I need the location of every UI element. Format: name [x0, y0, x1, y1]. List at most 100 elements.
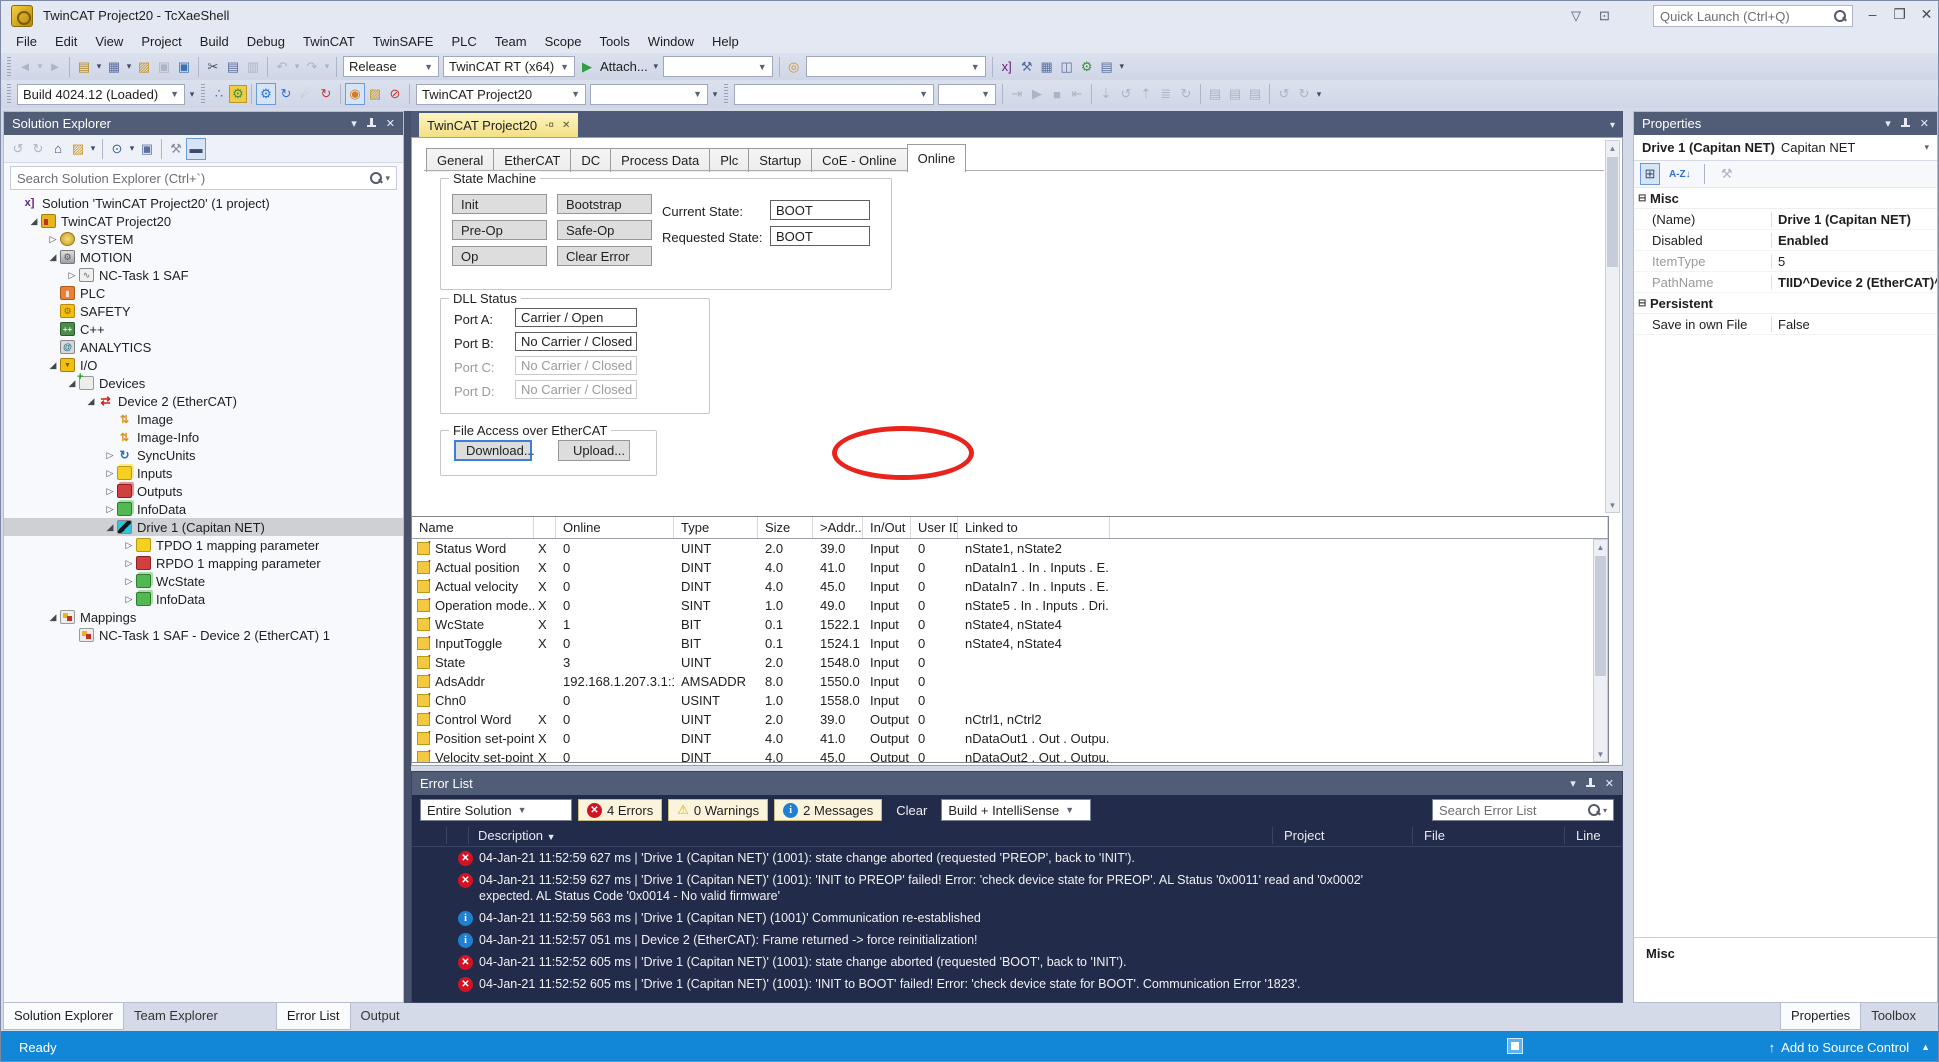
tab-startup[interactable]: Startup	[748, 148, 812, 172]
expander-icon[interactable]: ▷	[122, 558, 136, 569]
grid-row[interactable]: Status WordX0UINT2.039.0Input0nState1, n…	[412, 539, 1608, 558]
tab-pin-icon[interactable]: -¤	[545, 120, 554, 131]
expander-icon[interactable]: ▷	[122, 576, 136, 587]
tree-item[interactable]: ◢Mappings	[4, 608, 403, 626]
home-icon[interactable]: ⌂	[48, 138, 68, 160]
no-edit-icon[interactable]: ⊘	[385, 83, 405, 105]
form-scrollbar[interactable]: ▲ ▼	[1605, 140, 1620, 513]
team-explorer-icon[interactable]: ◫	[1057, 56, 1077, 78]
tc-settings-icon[interactable]: ⚙	[256, 83, 276, 105]
step-into-icon[interactable]: ⇣	[1096, 83, 1116, 105]
document-icon[interactable]: ▤	[1097, 56, 1117, 78]
wrench-icon[interactable]: ⚒	[1017, 56, 1037, 78]
grid-row[interactable]: Actual velocityX0DINT4.045.0Input0nDataI…	[412, 577, 1608, 596]
expander-icon[interactable]: ▷	[103, 504, 117, 515]
column-description[interactable]: Description ▼	[478, 828, 556, 843]
pin-icon[interactable]	[1586, 778, 1595, 790]
tc-gear-icon[interactable]: ⚙	[229, 85, 247, 103]
tree-item[interactable]: ▷TPDO 1 mapping parameter	[4, 536, 403, 554]
property-row[interactable]: PathNameTIID^Device 2 (EtherCAT)^	[1634, 272, 1937, 293]
menu-edit[interactable]: Edit	[46, 31, 86, 53]
nav-back-menu-icon[interactable]: ▾	[35, 56, 45, 78]
tree-item[interactable]: ANALYTICS	[4, 338, 403, 356]
tab-process-data[interactable]: Process Data	[610, 148, 710, 172]
download-code-icon[interactable]: ▤	[1205, 83, 1225, 105]
tree-item[interactable]: Image-Info	[4, 428, 403, 446]
port-status-field[interactable]: Carrier / Open	[515, 308, 637, 327]
pin-icon[interactable]	[1901, 118, 1910, 130]
pin-icon[interactable]	[367, 118, 376, 130]
feedback-icon[interactable]: ▽	[1571, 8, 1581, 24]
expander-icon[interactable]: ◢	[27, 216, 41, 227]
scroll-down-icon[interactable]: ▼	[1606, 498, 1619, 512]
new-project-menu-icon[interactable]: ▾	[94, 56, 104, 78]
reload-devices-icon[interactable]: ↻	[276, 83, 296, 105]
filter-menu-icon[interactable]: ▾	[127, 138, 137, 160]
restart-icon[interactable]: ↺	[1116, 83, 1136, 105]
menu-build[interactable]: Build	[191, 31, 238, 53]
undo-icon[interactable]: ↶	[272, 56, 292, 78]
switch-views-icon[interactable]: ▨	[68, 138, 88, 160]
error-filter-combo[interactable]: Build + IntelliSense▼	[941, 799, 1091, 821]
menu-plc[interactable]: PLC	[442, 31, 485, 53]
stop-plc-icon[interactable]: ■	[1047, 83, 1067, 105]
scroll-down-icon[interactable]: ▼	[1594, 747, 1607, 761]
login-icon[interactable]: ⇥	[1007, 83, 1027, 105]
bottom-tab-error-list[interactable]: Error List	[276, 1003, 351, 1030]
run-cycles-icon[interactable]: ↻	[1176, 83, 1196, 105]
tree-item[interactable]: ▷SyncUnits	[4, 446, 403, 464]
active-project-combo[interactable]: TwinCAT Project20▼	[416, 84, 586, 105]
new-project-icon[interactable]: ▤	[74, 56, 94, 78]
restart-twincat-icon[interactable]: ↻	[316, 83, 336, 105]
undo-menu-icon[interactable]: ▾	[292, 56, 302, 78]
settings-gear-icon[interactable]: ⚙	[1077, 56, 1097, 78]
grid-column-header[interactable]: Linked to	[958, 517, 1110, 538]
grid-row[interactable]: AdsAddr192.168.1.207.3.1:1...AMSADDR8.01…	[412, 672, 1608, 691]
menu-debug[interactable]: Debug	[238, 31, 294, 53]
grid-row[interactable]: Position set-pointX0DINT4.041.0Output0nD…	[412, 729, 1608, 748]
tree-item[interactable]: ▷WcState	[4, 572, 403, 590]
show-sub-items-icon[interactable]: ▨	[365, 83, 385, 105]
clear-button[interactable]: Clear	[888, 803, 935, 818]
se-back-icon[interactable]: ↺	[8, 138, 28, 160]
window-position-icon[interactable]: ▾	[1570, 777, 1576, 790]
paste-icon[interactable]: ▥	[243, 56, 263, 78]
error-list-row[interactable]: i04-Jan-21 11:52:57 051 ms | Device 2 (E…	[412, 929, 1622, 951]
tab-general[interactable]: General	[426, 148, 494, 172]
grid-row[interactable]: WcStateX1BIT0.11522.1Input0nState4, nSta…	[412, 615, 1608, 634]
error-scope-combo[interactable]: Entire Solution▼	[420, 799, 572, 821]
target-system-combo[interactable]: ▼	[590, 84, 708, 105]
grid-column-header[interactable]: User ID	[911, 517, 958, 538]
menu-project[interactable]: Project	[132, 31, 190, 53]
platform-combo[interactable]: TwinCAT RT (x64)▼	[443, 56, 575, 77]
chevron-up-icon[interactable]: ▲	[1921, 1042, 1930, 1052]
column-project[interactable]: Project	[1284, 828, 1324, 843]
tree-item[interactable]: ▷InfoData	[4, 500, 403, 518]
grid-scrollbar[interactable]: ▲ ▼	[1593, 539, 1608, 762]
property-value[interactable]: Enabled	[1772, 233, 1829, 248]
quick-launch-input[interactable]: Quick Launch (Ctrl+Q)	[1653, 5, 1853, 27]
search-options-icon[interactable]: ▾	[385, 173, 390, 184]
collapse-icon[interactable]: ⊟	[1638, 298, 1650, 309]
tc-status-icon[interactable]	[1507, 1038, 1523, 1054]
upload-code-icon[interactable]: ▤	[1225, 83, 1245, 105]
refresh-left-icon[interactable]: ↺	[1274, 83, 1294, 105]
tree-item[interactable]: NC-Task 1 SAF - Device 2 (EtherCAT) 1	[4, 626, 403, 644]
save-all-icon[interactable]: ▣	[174, 56, 194, 78]
pending-changes-icon[interactable]: ▦	[1037, 56, 1057, 78]
save-icon[interactable]: ▣	[154, 56, 174, 78]
error-list-columns[interactable]: Description ▼ Project File Line	[412, 825, 1622, 847]
tree-item[interactable]: ◢I/O	[4, 356, 403, 374]
tree-item[interactable]: Image	[4, 410, 403, 428]
toolbar-grip[interactable]	[724, 84, 728, 104]
grid-row[interactable]: InputToggleX0BIT0.11524.1Input0nState4, …	[412, 634, 1608, 653]
grid-row[interactable]: Operation mode...X0SINT1.049.0Input0nSta…	[412, 596, 1608, 615]
switch-views-menu-icon[interactable]: ▾	[88, 138, 98, 160]
tab-plc[interactable]: Plc	[709, 148, 749, 172]
pre-op-button[interactable]: Pre-Op	[452, 220, 547, 240]
build-version-combo[interactable]: Build 4024.12 (Loaded)▼	[17, 84, 185, 105]
menu-scope[interactable]: Scope	[536, 31, 591, 53]
tree-item[interactable]: C++	[4, 320, 403, 338]
categorized-icon[interactable]: ⊞	[1640, 163, 1660, 185]
grid-column-header[interactable]: Online	[556, 517, 674, 538]
